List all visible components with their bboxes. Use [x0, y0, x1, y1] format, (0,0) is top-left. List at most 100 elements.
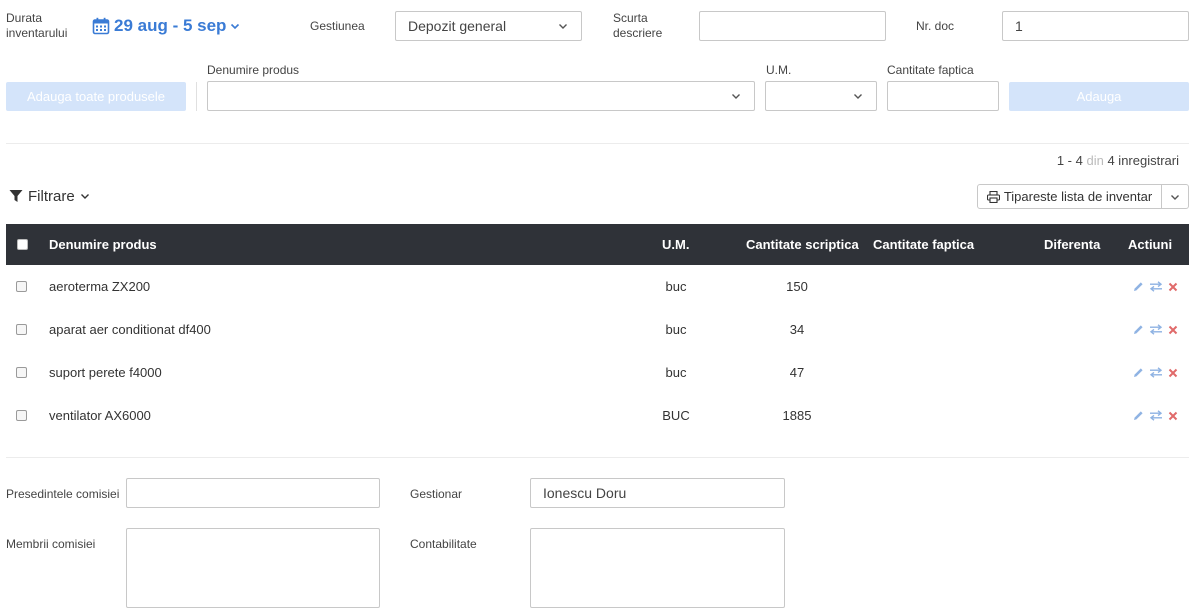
cell-um: BUC — [662, 408, 690, 423]
chevron-down-icon — [557, 20, 569, 32]
table-row: ventilator AX6000 BUC 1885 — [6, 394, 1189, 437]
row-actions — [1133, 394, 1178, 437]
print-inventory-button[interactable]: Tipareste lista de inventar — [978, 185, 1162, 208]
print-button-group: Tipareste lista de inventar — [977, 184, 1189, 209]
row-actions — [1133, 265, 1178, 308]
col-header-um[interactable]: U.M. — [662, 224, 689, 265]
cell-product-name: aeroterma ZX200 — [49, 279, 151, 294]
print-label: Tipareste lista de inventar — [1003, 189, 1153, 204]
nr-doc-input[interactable]: 1 — [1002, 11, 1189, 41]
pagination-of: din — [1086, 153, 1104, 168]
cell-faptic — [873, 394, 983, 437]
calendar-icon — [92, 17, 110, 35]
print-icon — [986, 190, 1000, 203]
transfer-icon[interactable] — [1149, 324, 1163, 335]
cell-product-name: ventilator AX6000 — [49, 408, 151, 423]
add-all-products-button[interactable]: Adauga toate produsele — [6, 82, 186, 111]
table-header: Denumire produs U.M. Cantitate scriptica… — [6, 224, 1189, 265]
delete-icon[interactable] — [1168, 411, 1178, 421]
row-checkbox[interactable] — [16, 367, 27, 378]
select-all-checkbox[interactable] — [17, 239, 28, 250]
pagination-range: 1 - 4 — [1056, 153, 1083, 168]
pagination-total: 4 inregistrari — [1107, 153, 1179, 168]
qty-label: Cantitate faptica — [887, 63, 974, 77]
divider — [196, 82, 197, 111]
divider — [6, 457, 1189, 458]
date-range-value: 29 aug - 5 sep — [114, 16, 227, 35]
filter-toggle[interactable]: Filtrare — [9, 186, 90, 206]
chevron-down-icon — [852, 90, 864, 102]
cell-diff — [1044, 394, 1104, 437]
row-checkbox[interactable] — [16, 410, 27, 421]
delete-icon[interactable] — [1168, 368, 1178, 378]
nr-doc-label: Nr. doc — [916, 19, 955, 33]
cell-diff — [1044, 265, 1104, 308]
accounting-textarea[interactable] — [530, 528, 785, 608]
short-desc-label: Scurta descriere — [613, 11, 663, 40]
cell-um: buc — [665, 322, 687, 337]
cell-product-name: aparat aer conditionat df400 — [49, 322, 211, 337]
cell-diff — [1044, 351, 1104, 394]
gestiune-label: Gestiunea — [310, 19, 365, 33]
cell-um: buc — [665, 365, 687, 380]
nr-doc-value: 1 — [1015, 18, 1023, 34]
duration-label: Durata inventarului — [6, 11, 68, 40]
edit-icon[interactable] — [1133, 324, 1144, 335]
chevron-down-icon — [80, 191, 90, 201]
chevron-down-icon — [730, 90, 742, 102]
cell-scriptic: 47 — [789, 365, 805, 380]
accounting-label: Contabilitate — [410, 537, 477, 551]
delete-icon[interactable] — [1168, 325, 1178, 335]
transfer-icon[interactable] — [1149, 410, 1163, 421]
um-select[interactable] — [765, 81, 877, 111]
gestiune-select[interactable]: Depozit general — [395, 11, 582, 41]
president-label: Presedintele comisiei — [6, 487, 120, 501]
col-header-scriptic[interactable]: Cantitate scriptica — [746, 224, 859, 265]
edit-icon[interactable] — [1133, 281, 1144, 292]
chevron-down-icon — [1170, 192, 1180, 202]
filter-icon — [9, 189, 23, 203]
delete-icon[interactable] — [1168, 282, 1178, 292]
cell-faptic — [873, 265, 983, 308]
filter-label: Filtrare — [28, 187, 75, 205]
gestionar-label: Gestionar — [410, 487, 463, 501]
cell-diff — [1044, 308, 1104, 351]
edit-icon[interactable] — [1133, 410, 1144, 421]
cell-product-name: suport perete f4000 — [49, 365, 162, 380]
cell-scriptic: 34 — [789, 322, 805, 337]
col-header-actions: Actiuni — [1128, 237, 1173, 252]
product-label: Denumire produs — [207, 63, 300, 77]
print-options-toggle[interactable] — [1162, 185, 1188, 208]
cell-scriptic: 1885 — [782, 408, 812, 423]
transfer-icon[interactable] — [1149, 367, 1163, 378]
qty-input[interactable] — [887, 81, 999, 111]
members-label: Membrii comisiei — [6, 537, 96, 551]
table-row: suport perete f4000 buc 47 — [6, 351, 1189, 394]
cell-faptic — [873, 308, 983, 351]
col-header-name[interactable]: Denumire produs — [49, 224, 157, 265]
date-range-picker[interactable]: 29 aug - 5 sep — [92, 15, 240, 37]
chevron-down-icon — [230, 21, 240, 31]
row-checkbox[interactable] — [16, 324, 27, 335]
divider — [6, 143, 1189, 144]
edit-icon[interactable] — [1133, 367, 1144, 378]
row-checkbox[interactable] — [16, 281, 27, 292]
add-button[interactable]: Adauga — [1009, 82, 1189, 111]
cell-scriptic: 150 — [786, 279, 808, 294]
transfer-icon[interactable] — [1149, 281, 1163, 292]
cell-faptic — [873, 351, 983, 394]
members-textarea[interactable] — [126, 528, 380, 608]
row-actions — [1133, 308, 1178, 351]
product-select[interactable] — [207, 81, 755, 111]
president-input[interactable] — [126, 478, 380, 508]
short-desc-input[interactable] — [699, 11, 886, 41]
pagination-info: 1 - 4 din 4 inregistrari — [1057, 153, 1179, 168]
col-header-faptic[interactable]: Cantitate faptica — [873, 224, 974, 265]
row-actions — [1133, 351, 1178, 394]
col-header-diff[interactable]: Diferenta — [1044, 224, 1100, 265]
gestionar-value: Ionescu Doru — [543, 485, 627, 501]
gestiune-value: Depozit general — [408, 18, 507, 34]
gestionar-input[interactable]: Ionescu Doru — [530, 478, 785, 508]
cell-um: buc — [665, 279, 687, 294]
um-label: U.M. — [766, 63, 792, 77]
